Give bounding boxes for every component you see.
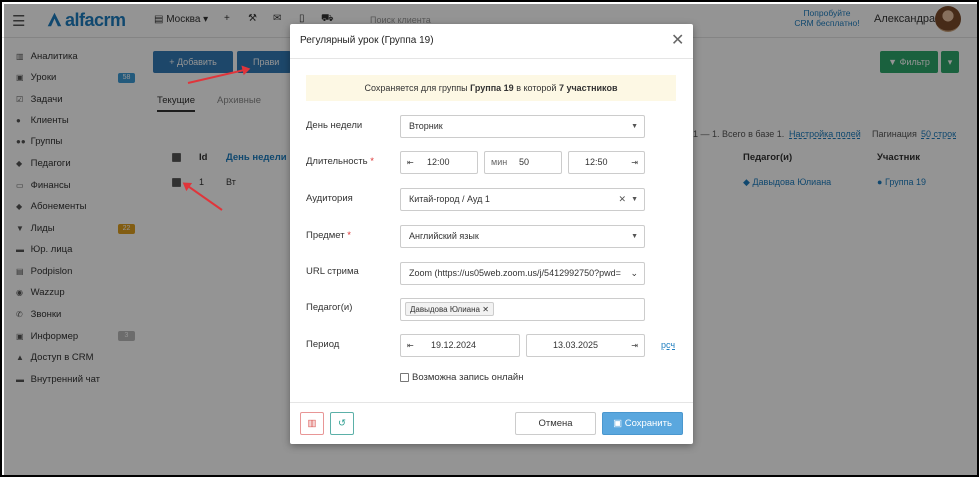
period-start-field[interactable]: ⇤ 19.12.2024 bbox=[400, 334, 520, 357]
date-stepper-icon: ⇥ bbox=[631, 341, 638, 350]
subject-value: Английский язык bbox=[409, 231, 479, 241]
save-button[interactable]: ▣ Сохранить bbox=[602, 412, 683, 435]
notice-group: Группа 19 bbox=[470, 83, 514, 93]
start-time-value: 12:00 bbox=[427, 157, 450, 167]
weekday-select[interactable]: Вторник ▼ bbox=[400, 115, 645, 138]
online-booking-label: Возможна запись онлайн bbox=[412, 372, 524, 383]
start-time-field[interactable]: ⇤ 12:00 bbox=[400, 151, 478, 174]
minutes-label: мин bbox=[491, 157, 508, 167]
cancel-button[interactable]: Отмена bbox=[515, 412, 596, 435]
stream-url-value: Zoom (https://us05web.zoom.us/j/54129927… bbox=[409, 268, 621, 278]
end-time-field[interactable]: 12:50 ⇥ bbox=[568, 151, 645, 174]
teacher-multiselect[interactable]: Давыдова Юлиана ✕ bbox=[400, 298, 645, 321]
teacher-label: Педагог(и) bbox=[306, 302, 353, 313]
history-icon: ↺ bbox=[338, 418, 346, 429]
subject-label: Предмет * bbox=[306, 230, 351, 241]
stream-url-label: URL стрима bbox=[306, 266, 359, 277]
remove-icon[interactable]: ✕ bbox=[482, 305, 489, 314]
minutes-field[interactable]: мин 50 bbox=[484, 151, 562, 174]
delete-button[interactable]: ▥ bbox=[300, 412, 324, 435]
caret-down-icon: ▼ bbox=[631, 123, 638, 130]
period-label: Период bbox=[306, 339, 340, 350]
close-icon[interactable]: ✕ bbox=[671, 30, 684, 50]
end-time-value: 12:50 bbox=[585, 157, 608, 167]
notice-middle: в которой bbox=[516, 83, 557, 93]
app-frame: ☰ alfacrm ▤ Москва ▾ + ⚒ ✉ ▯ ⛟ Поиск кли… bbox=[0, 0, 979, 477]
modal-footer-divider bbox=[290, 402, 693, 403]
room-select[interactable]: Китай-город / Ауд 1 ✕ ▼ bbox=[400, 188, 645, 211]
duration-label: Длительность * bbox=[306, 156, 374, 167]
clear-icon[interactable]: ✕ bbox=[618, 189, 626, 210]
notice-count: 7 участников bbox=[558, 83, 618, 93]
modal-header-divider bbox=[290, 58, 693, 59]
subject-label-text: Предмет bbox=[306, 230, 345, 241]
date-stepper-icon: ⇤ bbox=[407, 341, 414, 350]
caret-down-icon: ▼ bbox=[631, 233, 638, 240]
modal-title: Регулярный урок (Группа 19) bbox=[300, 35, 434, 46]
chevron-down-icon: ⌄ bbox=[627, 263, 638, 284]
save-label: Сохранить bbox=[624, 418, 672, 429]
period-start-value: 19.12.2024 bbox=[431, 340, 477, 350]
history-button[interactable]: ↺ bbox=[330, 412, 354, 435]
period-end-value: 13.03.2025 bbox=[553, 340, 599, 350]
room-label: Аудитория bbox=[306, 193, 353, 204]
minutes-value: 50 bbox=[519, 157, 530, 167]
trash-icon: ▥ bbox=[307, 418, 317, 429]
subject-select[interactable]: Английский язык ▼ bbox=[400, 225, 645, 248]
teacher-chip[interactable]: Давыдова Юлиана ✕ bbox=[405, 302, 494, 316]
notice-prefix: Сохраняется для группы bbox=[364, 83, 468, 93]
weekday-label: День недели bbox=[306, 120, 363, 131]
required-mark: * bbox=[370, 156, 374, 167]
floppy-icon: ▣ bbox=[613, 418, 623, 429]
teacher-chip-label: Давыдова Юлиана bbox=[410, 305, 480, 314]
duration-label-text: Длительность bbox=[306, 156, 368, 167]
room-value: Китай-город / Ауд 1 bbox=[409, 194, 490, 204]
period-end-field[interactable]: 13.03.2025 ⇥ bbox=[526, 334, 645, 357]
period-calc-link[interactable]: рсч bbox=[661, 340, 675, 350]
online-booking-checkbox[interactable] bbox=[400, 373, 409, 382]
weekday-value: Вторник bbox=[409, 121, 443, 131]
regular-lesson-modal: Регулярный урок (Группа 19) ✕ Сохраняетс… bbox=[290, 24, 693, 444]
time-stepper-icon: ⇥ bbox=[631, 158, 638, 167]
required-mark: * bbox=[347, 230, 351, 241]
group-notice: Сохраняется для группы Группа 19 в котор… bbox=[306, 75, 676, 101]
stream-url-select[interactable]: Zoom (https://us05web.zoom.us/j/54129927… bbox=[400, 262, 645, 285]
caret-down-icon: ▼ bbox=[631, 196, 638, 203]
time-stepper-icon: ⇤ bbox=[407, 158, 414, 167]
